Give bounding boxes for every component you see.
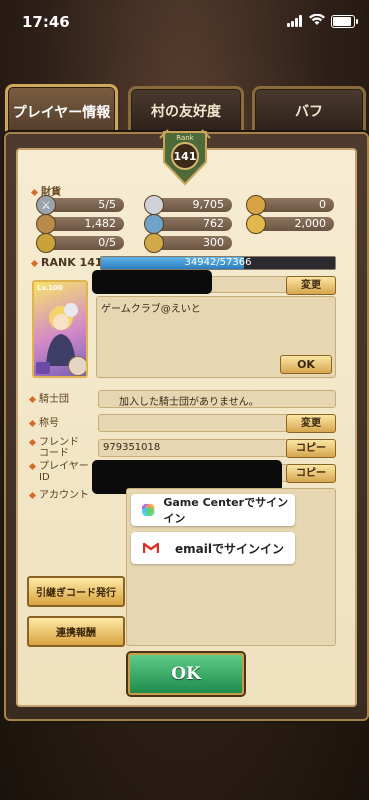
- resource-value: 0: [319, 198, 326, 211]
- rank-emblem-value: 141: [173, 150, 197, 163]
- knights-label: 騎士団: [28, 394, 69, 405]
- transfer-code-label: 引継ぎコード発行: [36, 588, 116, 599]
- gmail-icon: [143, 542, 159, 553]
- attribute-badge-icon: [68, 356, 86, 376]
- tab-label: プレイヤー情報: [12, 105, 111, 121]
- bullet-icon: [28, 395, 37, 403]
- orb-icon: [36, 233, 56, 253]
- title-label: 称号: [28, 418, 59, 429]
- avatar-card[interactable]: Lv.100: [32, 280, 88, 378]
- resource-value: 762: [203, 217, 224, 230]
- token-icon: [144, 233, 164, 253]
- rank-label-text: RANK 141: [41, 256, 103, 269]
- blue-gem-icon: [144, 214, 164, 234]
- redacted-name: [92, 270, 212, 294]
- avatar-level: Lv.100: [37, 284, 63, 292]
- sword-icon: ⚔: [36, 195, 56, 215]
- bullet-icon: [30, 188, 39, 196]
- resource-value: 0/5: [98, 236, 116, 249]
- resource-value: 9,705: [192, 198, 225, 211]
- friend-code-label: フレンド コード: [28, 437, 79, 459]
- account-label: アカウント: [28, 490, 89, 501]
- exp-text: 34942/57366: [184, 257, 252, 268]
- game-center-signin-label: Game Centerでサインイン: [163, 496, 289, 525]
- resource-silver: 9,705: [152, 198, 232, 212]
- resource-orbs: 0/5: [44, 236, 124, 250]
- email-signin-button[interactable]: emailでサインイン: [131, 532, 295, 564]
- resource-value: 300: [203, 236, 224, 249]
- resource-tokens: 300: [152, 236, 232, 250]
- title-label-text: 称号: [39, 418, 59, 429]
- gold-medal-icon: [246, 195, 266, 215]
- comment-text: ゲームクラブ@えいと: [101, 304, 201, 315]
- tab-label: バフ: [295, 104, 323, 120]
- friend-code-label-line2: コード: [39, 448, 69, 459]
- ok-button[interactable]: OK: [128, 653, 244, 695]
- wifi-icon: [309, 14, 325, 25]
- tab-label: 村の友好度: [151, 104, 221, 120]
- gold-coin-icon: [246, 214, 266, 234]
- friend-code-copy-button[interactable]: コピー: [286, 439, 336, 458]
- link-reward-button[interactable]: 連携報酬: [27, 616, 125, 647]
- email-signin-label: emailでサインイン: [175, 541, 284, 556]
- resource-gold: 2,000: [254, 217, 334, 231]
- bullet-icon: [28, 419, 37, 427]
- bullet-icon: [28, 438, 37, 446]
- knights-field: 加入した騎士団がありません。: [98, 390, 336, 408]
- cellular-signal-icon: [287, 15, 304, 27]
- player-id-copy-button[interactable]: コピー: [286, 464, 336, 483]
- comment-ok-button[interactable]: OK: [280, 355, 332, 374]
- tab-village-friendship[interactable]: 村の友好度: [128, 86, 244, 133]
- link-reward-label: 連携報酬: [56, 628, 96, 639]
- player-id-label-line2: ID: [39, 472, 50, 483]
- resource-value: 1,482: [84, 217, 117, 230]
- friend-code-label-line1: フレンド: [39, 437, 79, 448]
- tab-player-info[interactable]: プレイヤー情報: [5, 84, 118, 137]
- resource-gems: 762: [152, 217, 232, 231]
- resource-value: 2,000: [294, 217, 327, 230]
- rank-emblem-caption: Rank: [176, 134, 194, 142]
- player-id-label: プレイヤー ID: [28, 461, 89, 483]
- tickets-icon: [36, 214, 56, 234]
- knights-value: 加入した騎士団がありません。: [119, 397, 259, 408]
- rarity-badge-icon: [36, 362, 50, 374]
- knights-label-text: 騎士団: [39, 394, 69, 405]
- exp-bar: 34942/57366: [100, 256, 336, 270]
- status-time: 17:46: [22, 13, 70, 31]
- status-bar: 17:46: [0, 0, 369, 44]
- resource-medal: 0: [254, 198, 334, 212]
- resource-tickets: 1,482: [44, 217, 124, 231]
- tab-buff[interactable]: バフ: [252, 86, 366, 133]
- game-center-icon: [141, 503, 155, 517]
- player-id-label-line1: プレイヤー: [39, 461, 89, 472]
- game-center-signin-button[interactable]: Game Centerでサインイン: [131, 494, 295, 526]
- resource-value: 5/5: [98, 198, 116, 211]
- rank-label: RANK 141: [30, 256, 103, 269]
- resource-stamina: 5/5: [44, 198, 124, 212]
- transfer-code-button[interactable]: 引継ぎコード発行: [27, 576, 125, 607]
- account-label-text: アカウント: [39, 490, 89, 501]
- silver-coin-icon: [144, 195, 164, 215]
- title-change-button[interactable]: 変更: [286, 414, 336, 433]
- friend-code-value: 979351018: [103, 442, 161, 453]
- battery-icon: [331, 15, 358, 28]
- ok-button-label: OK: [171, 664, 201, 684]
- name-change-button[interactable]: 変更: [286, 276, 336, 295]
- bullet-icon: [28, 462, 37, 470]
- bullet-icon: [28, 491, 37, 499]
- bullet-icon: [30, 259, 39, 267]
